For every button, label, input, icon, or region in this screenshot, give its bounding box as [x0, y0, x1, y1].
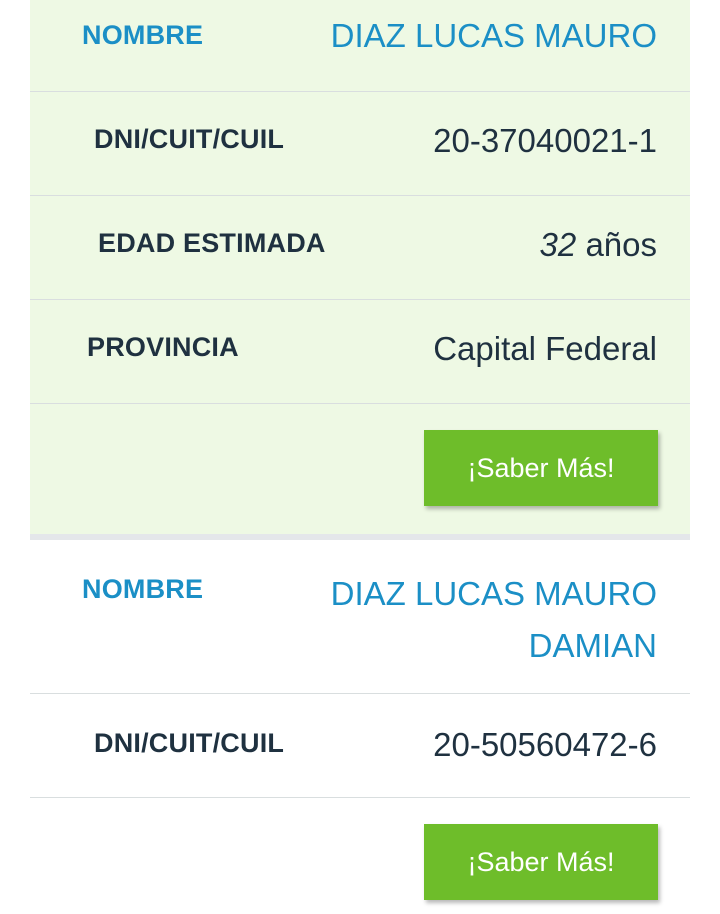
result-card: NOMBRE DIAZ LUCAS MAURO DNI/CUIT/CUIL 20… [30, 0, 690, 534]
name-row: NOMBRE DIAZ LUCAS MAURO DAMIAN [30, 540, 690, 694]
result-card: NOMBRE DIAZ LUCAS MAURO DAMIAN DNI/CUIT/… [30, 534, 690, 914]
name-value: DIAZ LUCAS MAURO [330, 17, 657, 54]
name-value: DIAZ LUCAS MAURO DAMIAN [331, 568, 657, 672]
name-value-line1: DIAZ LUCAS MAURO [330, 575, 657, 612]
name-row: NOMBRE DIAZ LUCAS MAURO [30, 0, 690, 92]
age-unit: años [585, 226, 657, 263]
province-value: Capital Federal [433, 330, 657, 367]
dni-label: DNI/CUIT/CUIL [94, 728, 285, 758]
name-label: NOMBRE [82, 574, 204, 604]
saber-mas-button[interactable]: ¡Saber Más! [424, 430, 658, 506]
dni-row: DNI/CUIT/CUIL 20-50560472-6 [30, 694, 690, 798]
dni-row: DNI/CUIT/CUIL 20-37040021-1 [30, 92, 690, 196]
saber-mas-button[interactable]: ¡Saber Más! [424, 824, 658, 900]
dni-value: 20-37040021-1 [433, 122, 657, 159]
dni-label: DNI/CUIT/CUIL [94, 124, 285, 154]
age-label: EDAD ESTIMADA [98, 228, 326, 258]
results-list: NOMBRE DIAZ LUCAS MAURO DNI/CUIT/CUIL 20… [0, 0, 720, 914]
name-value-line2: DAMIAN [528, 627, 657, 664]
province-label: PROVINCIA [87, 332, 239, 362]
dni-value: 20-50560472-6 [433, 726, 657, 763]
age-value: 32 años [540, 226, 657, 264]
name-label: NOMBRE [82, 20, 204, 50]
age-row: EDAD ESTIMADA 32 años [30, 196, 690, 300]
age-number: 32 [539, 226, 577, 263]
province-row: PROVINCIA Capital Federal [30, 300, 690, 404]
